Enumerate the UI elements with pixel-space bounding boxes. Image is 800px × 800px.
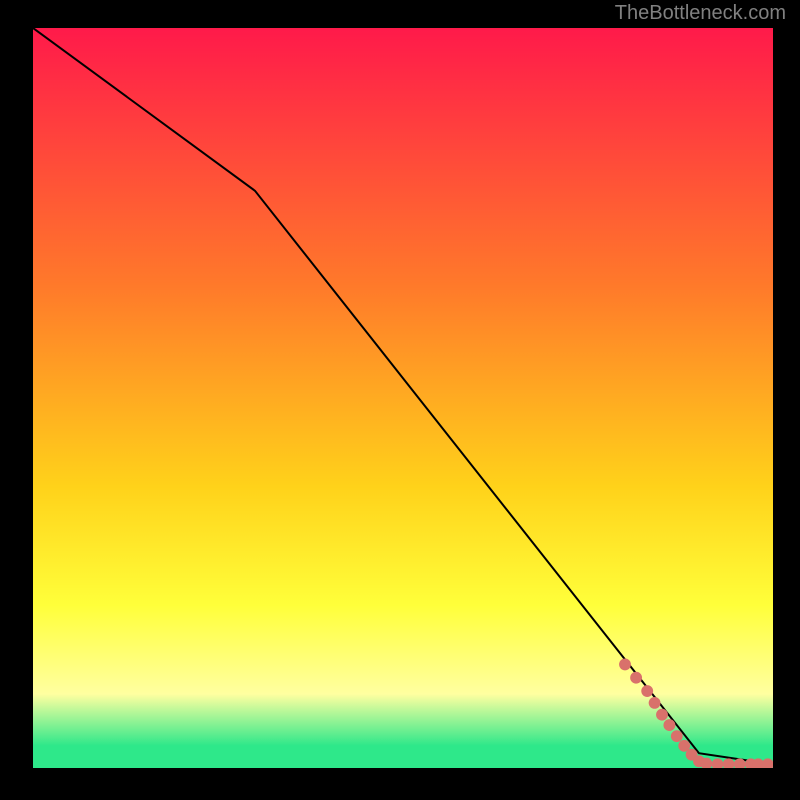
data-marker [671, 730, 683, 742]
chart-container: TheBottleneck.com [0, 0, 800, 800]
data-marker [641, 685, 653, 697]
attribution-text: TheBottleneck.com [615, 2, 786, 25]
plot-svg [33, 28, 773, 768]
gradient-background [33, 28, 773, 768]
data-marker [656, 709, 668, 721]
plot-area [33, 28, 773, 768]
data-marker [649, 697, 661, 709]
data-marker [663, 719, 675, 731]
data-marker [619, 658, 631, 670]
data-marker [630, 672, 642, 684]
